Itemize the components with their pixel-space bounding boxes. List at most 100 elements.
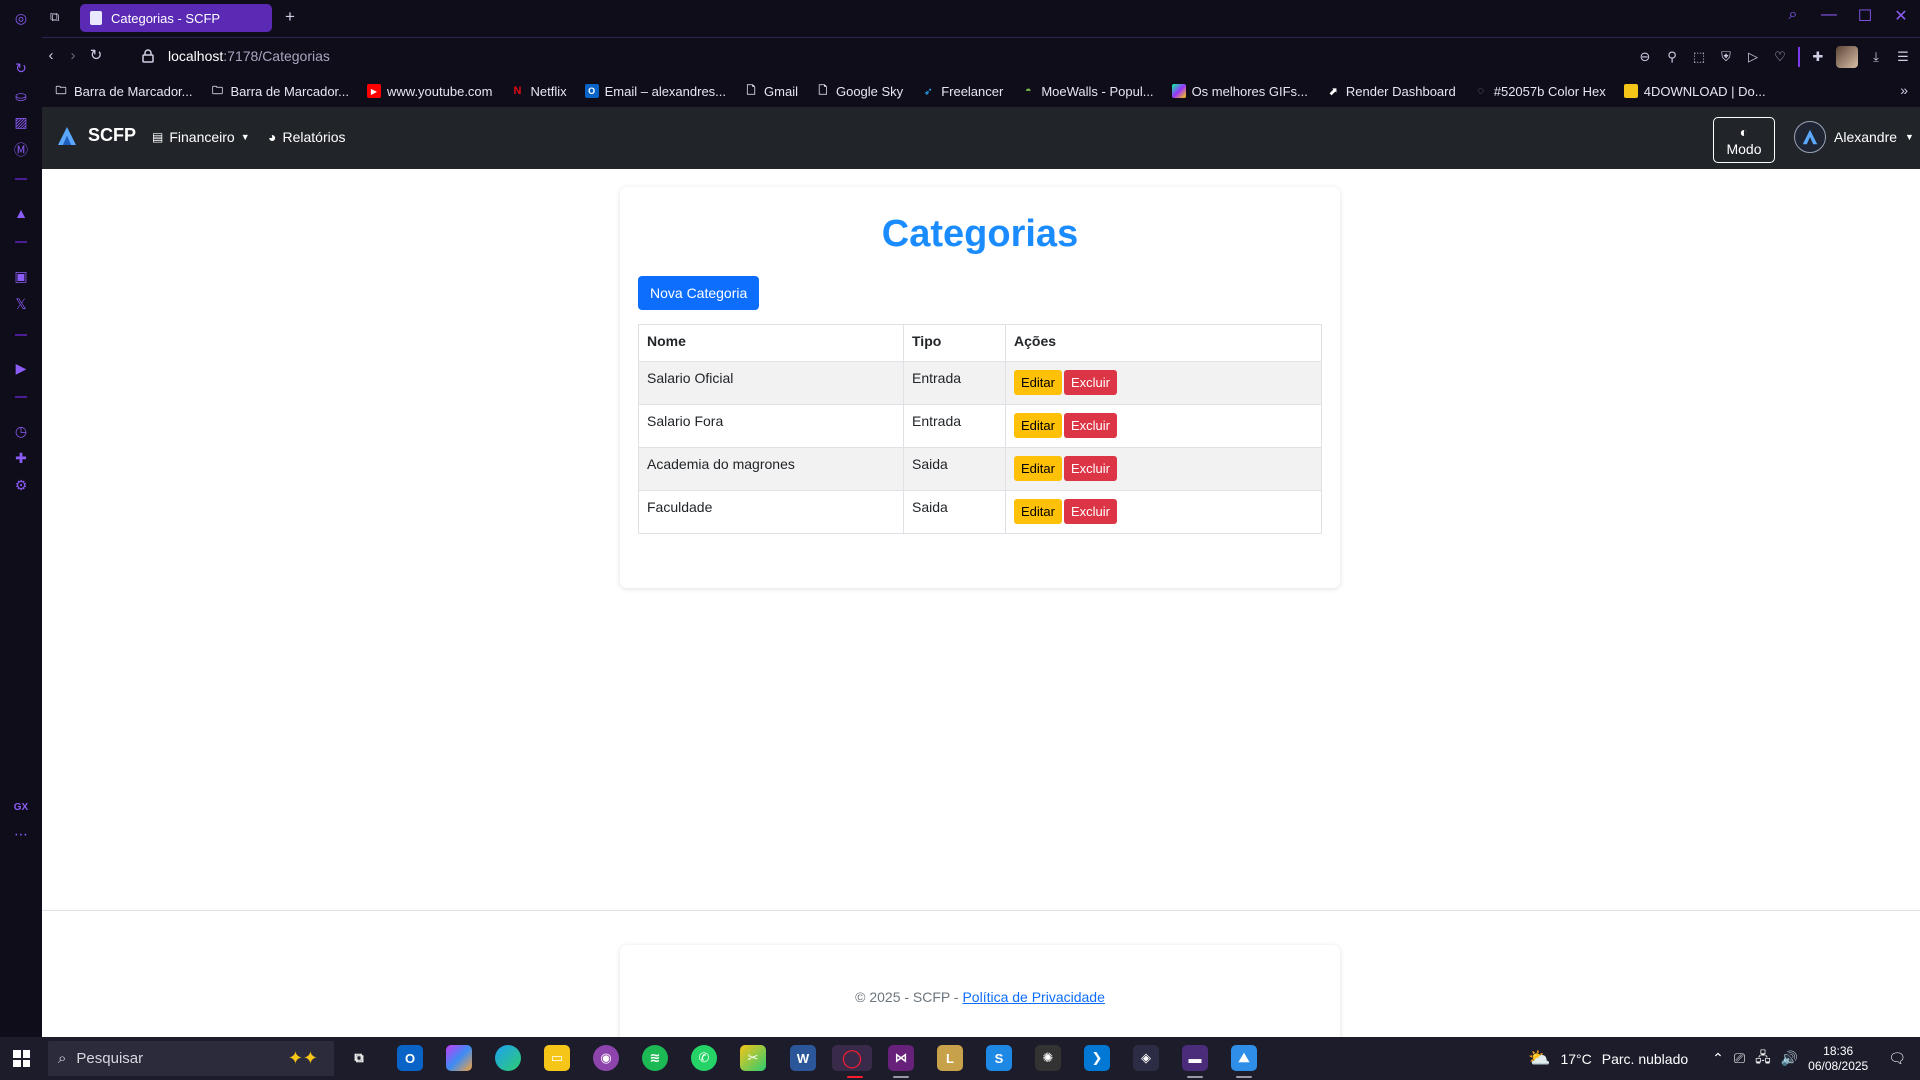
bookmark-item[interactable]: O Email – alexandres... (584, 84, 726, 99)
privacy-link[interactable]: Política de Privacidade (962, 989, 1104, 1005)
shield-icon[interactable]: ⛨ (1717, 48, 1735, 66)
notifications-icon[interactable]: 🗨 (1888, 1050, 1906, 1067)
bookmark-item[interactable]: 🗋 Google Sky (816, 84, 904, 99)
history-icon[interactable]: ◷ (11, 421, 31, 441)
new-category-button[interactable]: Nova Categoria (638, 276, 760, 310)
visual-studio-app-icon[interactable]: ⋈ (888, 1045, 914, 1071)
tray-chevron-icon[interactable]: ⌃ (1712, 1050, 1724, 1067)
tab-workspace-icon[interactable]: ⧉ (50, 9, 59, 25)
vscode-app-icon[interactable]: ❯ (1084, 1045, 1110, 1071)
active-tab[interactable]: Categorias - SCFP (80, 4, 272, 32)
bookmark-item[interactable]: ◓ MoeWalls - Popul... (1021, 83, 1154, 99)
weather-desc[interactable]: Parc. nublado (1602, 1051, 1688, 1067)
minimize-icon[interactable]: — (1820, 6, 1838, 26)
volume-icon[interactable]: 🔊 (1781, 1050, 1798, 1067)
twitch-icon[interactable]: ▣ (11, 266, 31, 286)
close-icon[interactable]: ✕ (1892, 6, 1910, 26)
mode-toggle-button[interactable]: ◐ Modo (1713, 117, 1775, 163)
new-tab-button[interactable]: + (280, 8, 300, 28)
url-host: localhost (168, 48, 224, 64)
nav-relatorios[interactable]: ◕ Relatórios (268, 129, 346, 145)
gx-icon[interactable]: GX (11, 797, 31, 817)
whatsapp-app-icon[interactable]: ✆ (691, 1045, 717, 1071)
zoom-icon[interactable]: ⊖ (1636, 48, 1654, 66)
bookmark-item[interactable]: N Netflix (511, 84, 567, 99)
bookmark-item[interactable]: 🗀 Barra de Marcador... (54, 84, 193, 99)
search-tabs-icon[interactable]: ⌕ (1784, 6, 1802, 26)
cell-actions: Editar Excluir (1005, 361, 1322, 405)
opera-logo-icon[interactable]: ◎ (11, 8, 31, 28)
outlook-app-icon[interactable]: O (397, 1045, 423, 1071)
bookmarks-overflow-icon[interactable]: » (1900, 82, 1908, 98)
weather-cloud-icon[interactable]: ⛅ (1528, 1048, 1550, 1069)
speed-dial-icon[interactable]: ↻ (11, 58, 31, 78)
edit-button[interactable]: Editar (1014, 370, 1062, 395)
delete-button[interactable]: Excluir (1063, 370, 1117, 395)
delete-button[interactable]: Excluir (1063, 413, 1117, 438)
stripes-icon[interactable]: ▨ (11, 112, 31, 132)
delete-button[interactable]: Excluir (1063, 456, 1117, 481)
edge-app-icon[interactable] (495, 1045, 521, 1071)
terminal-app-icon[interactable]: ▬ (1182, 1045, 1208, 1071)
bookmark-item[interactable]: 🗋 Gmail (744, 84, 798, 99)
taskbar-search-input[interactable]: ⌕ Pesquisar ✦✦ (48, 1041, 334, 1076)
file-explorer-app-icon[interactable]: ▭ (544, 1045, 570, 1071)
download-icon[interactable]: ⤓ (1867, 48, 1885, 66)
menu-icon[interactable]: ☰ (1894, 48, 1912, 66)
settings-gear-icon[interactable]: ⚙ (11, 475, 31, 495)
spotify-app-icon[interactable]: ≋ (642, 1045, 668, 1071)
bookmark-item[interactable]: 🗀 Barra de Marcador... (211, 84, 349, 99)
opera-gx-app-icon[interactable]: ◯ (832, 1045, 872, 1071)
snapshot-icon[interactable]: ⬚ (1690, 48, 1708, 66)
search-icon: ⌕ (58, 1050, 67, 1067)
davinci-app-icon[interactable]: ◈ (1133, 1045, 1159, 1071)
delete-button[interactable]: Excluir (1063, 499, 1117, 524)
task-view-icon[interactable]: ⧉ (346, 1045, 372, 1071)
clock[interactable]: 18:36 06/08/2025 (1808, 1044, 1868, 1074)
back-icon[interactable]: ‹ (42, 47, 60, 65)
pin-icon[interactable]: ⚲ (1663, 48, 1681, 66)
windows-start-icon[interactable] (13, 1050, 30, 1067)
edit-button[interactable]: Editar (1014, 413, 1062, 438)
reload-icon[interactable]: ↻ (87, 47, 105, 65)
table-row: Faculdade Saida Editar Excluir (638, 490, 1322, 534)
bookmark-label: MoeWalls - Popul... (1041, 83, 1154, 99)
player-icon[interactable]: ▶ (11, 358, 31, 378)
league-app-icon[interactable]: L (937, 1045, 963, 1071)
snipping-app-icon[interactable]: ✂ (740, 1045, 766, 1071)
extensions-icon[interactable]: ✚ (1809, 48, 1827, 66)
octopus-app-icon[interactable]: ✺ (1035, 1045, 1061, 1071)
lock-icon[interactable] (142, 49, 154, 63)
meet-icon[interactable]: ⎚ (1734, 1050, 1745, 1067)
play-icon[interactable]: ▷ (1744, 48, 1762, 66)
edit-button[interactable]: Editar (1014, 456, 1062, 481)
word-app-icon[interactable]: W (790, 1045, 816, 1071)
photos-app-icon[interactable]: ⛰ (1231, 1045, 1257, 1071)
m-icon[interactable]: Ⓜ (11, 140, 31, 160)
user-menu-dropdown[interactable]: Alexandre ▼ (1794, 121, 1914, 153)
bookmark-item[interactable]: ⬈ Render Dashboard (1326, 84, 1455, 99)
address-input[interactable]: localhost:7178/Categorias (168, 48, 330, 64)
sublime-app-icon[interactable]: S (986, 1045, 1012, 1071)
bookmark-item[interactable]: ➶ Freelancer (921, 84, 1004, 99)
bag-icon[interactable]: ⛀ (11, 86, 31, 106)
forward-icon[interactable]: › (64, 47, 82, 65)
maximize-icon[interactable]: ☐ (1856, 6, 1874, 26)
profile-avatar[interactable] (1836, 46, 1858, 68)
bookmark-item[interactable]: 4DOWNLOAD | Do... (1623, 84, 1766, 99)
brand-link[interactable]: SCFP (56, 125, 136, 146)
app-logo-icon[interactable]: ▲ (11, 203, 31, 223)
heart-icon[interactable]: ♡ (1771, 48, 1789, 66)
nav-financeiro-dropdown[interactable]: ▤ Financeiro ▼ (152, 129, 250, 145)
x-icon[interactable]: 𝕏 (11, 294, 31, 314)
extensions-icon[interactable]: ✚ (11, 448, 31, 468)
weather-temp[interactable]: 17°C (1560, 1051, 1591, 1067)
bookmark-item[interactable]: ◌ #52057b Color Hex (1474, 84, 1605, 99)
edit-button[interactable]: Editar (1014, 499, 1062, 524)
network-icon[interactable]: 🖧 (1755, 1047, 1771, 1071)
copilot-app-icon[interactable] (446, 1045, 472, 1071)
github-app-icon[interactable]: ◉ (593, 1045, 619, 1071)
bookmark-item[interactable]: Os melhores GIFs... (1171, 84, 1308, 99)
more-dots-icon[interactable]: ⋯ (11, 824, 31, 844)
bookmark-item[interactable]: ▶ www.youtube.com (367, 84, 493, 99)
